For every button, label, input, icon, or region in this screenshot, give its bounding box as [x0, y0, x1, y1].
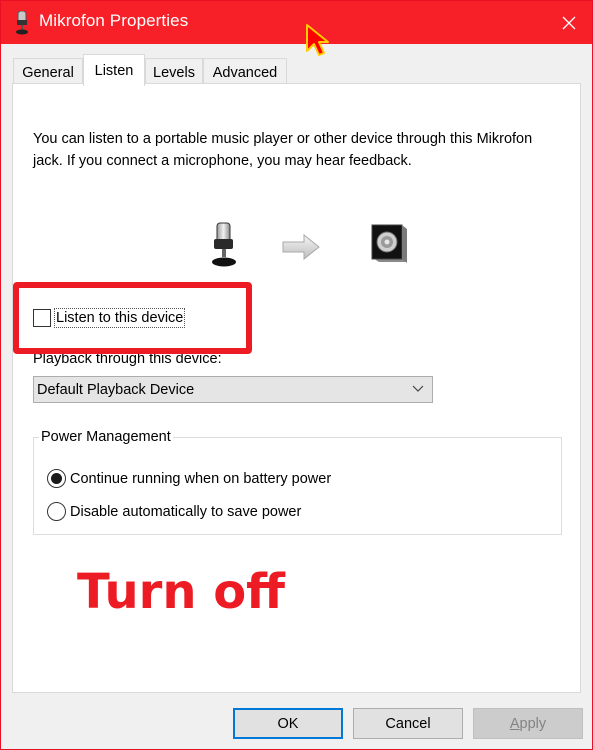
apply-label: Apply	[510, 716, 546, 732]
arrow-right-icon	[282, 234, 320, 260]
ok-button[interactable]: OK	[233, 708, 343, 739]
properties-dialog: Mikrofon Properties General Listen Level…	[0, 0, 593, 750]
apply-label-rest: pply	[519, 715, 547, 732]
title-bar[interactable]: Mikrofon Properties	[1, 1, 592, 44]
tab-general[interactable]: General	[13, 58, 83, 86]
apply-accelerator: A	[509, 715, 520, 732]
listen-diagram	[13, 214, 580, 270]
listen-description: You can listen to a portable music playe…	[33, 131, 533, 169]
tab-label: Advanced	[212, 64, 278, 81]
close-button[interactable]	[546, 1, 592, 44]
power-management-title: Power Management	[39, 429, 173, 445]
cancel-label: Cancel	[385, 715, 431, 732]
listen-to-device-label[interactable]: Listen to this device	[54, 308, 186, 328]
playback-device-value: Default Playback Device	[37, 381, 195, 398]
radio-button[interactable]	[47, 502, 66, 521]
radio-continue-running[interactable]: Continue running when on battery power	[47, 469, 331, 488]
turn-off-annotation: Turn off	[77, 564, 286, 620]
power-management-group: Power Management Continue running when o…	[33, 429, 562, 535]
tab-label: General	[22, 64, 74, 81]
ok-label: OK	[277, 715, 299, 732]
radio-label[interactable]: Disable automatically to save power	[70, 504, 301, 520]
radio-disable-automatically[interactable]: Disable automatically to save power	[47, 502, 301, 521]
microphone-icon	[16, 11, 28, 35]
mouse-cursor-icon	[306, 24, 329, 56]
tab-label: Listen	[94, 62, 134, 79]
apply-button[interactable]: Apply	[473, 708, 583, 739]
tab-label: Levels	[153, 64, 195, 81]
chevron-down-icon	[412, 385, 424, 392]
close-icon	[562, 16, 576, 29]
listen-to-device-checkbox[interactable]: Listen to this device	[33, 308, 186, 328]
checkbox[interactable]	[33, 309, 51, 327]
cancel-button[interactable]: Cancel	[353, 708, 463, 739]
tab-listen[interactable]: Listen	[83, 54, 145, 86]
speaker-icon	[371, 224, 407, 263]
tab-levels[interactable]: Levels	[145, 58, 203, 86]
tab-advanced[interactable]: Advanced	[203, 58, 287, 86]
radio-button[interactable]	[47, 469, 66, 488]
radio-label[interactable]: Continue running when on battery power	[70, 471, 331, 487]
microphone-icon	[212, 222, 236, 267]
playback-device-select[interactable]: Default Playback Device	[33, 376, 433, 403]
window-title: Mikrofon Properties	[39, 11, 189, 30]
